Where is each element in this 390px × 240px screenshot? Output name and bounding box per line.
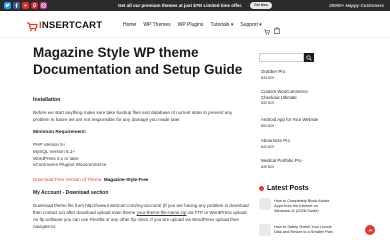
installation-heading: Installation: [33, 97, 61, 103]
latest-posts-heading: Latest Posts: [259, 185, 309, 192]
shopping-bag-icon[interactable]: [274, 21, 280, 34]
top-bar: Get all our premium themes at just $79! …: [0, 0, 390, 11]
min-requirement-heading: Minimum Requirement:: [33, 130, 87, 135]
product-price: $99 $49: [261, 124, 274, 128]
product-price: $49 $29: [261, 145, 274, 149]
product-item[interactable]: Custom WooCommerce Checkout Ultimate $49…: [259, 89, 334, 107]
requirement-item: WordPress 3.x or later: [33, 155, 79, 161]
product-item[interactable]: Android App for Your Website $99 $49: [259, 117, 334, 131]
get-now-button[interactable]: Get Now: [250, 2, 272, 9]
youtube-icon[interactable]: [22, 2, 29, 9]
requirements-list: PHP Version 5+ MySQL Version 5.1+ WordPr…: [33, 142, 106, 169]
cart-logo-icon: [26, 19, 38, 32]
nav-item-home[interactable]: Home: [123, 22, 136, 28]
cart-icon[interactable]: [264, 22, 270, 35]
free-theme-label: Download Free Version of Theme:: [33, 177, 103, 182]
site-logo[interactable]: INSERTCART: [26, 19, 103, 32]
requirement-item: MySQL Version 5.1+: [33, 148, 76, 154]
nav-item-wp-plugins[interactable]: WP Plugins: [178, 22, 204, 28]
scroll-to-top-button[interactable]: [365, 225, 375, 235]
my-account-heading: My Account - Download section: [33, 190, 109, 196]
post-thumbnail: [259, 198, 271, 210]
product-price: $49 $29: [261, 165, 274, 169]
free-theme-link[interactable]: Magazine-Style-Free: [104, 177, 148, 182]
customers-text: 20000+ Happy Customers: [329, 3, 384, 8]
free-theme-download: Download Free Version of Theme: Magazine…: [33, 177, 148, 182]
facebook-icon[interactable]: [13, 2, 20, 9]
twitter-icon[interactable]: [4, 2, 11, 9]
post-thumbnail: [259, 224, 271, 236]
product-name: Custom WooCommerce Checkout Ultimate: [261, 89, 308, 100]
product-item[interactable]: Grabber Pro $49 $29: [259, 69, 334, 83]
promo-text: Get all our premium themes at just $79! …: [118, 3, 243, 8]
nav-item-tutorials[interactable]: Tutorials ▾: [210, 22, 233, 28]
instagram-icon[interactable]: [40, 2, 47, 9]
requirement-item: PHP Version 5+: [33, 142, 66, 147]
requirement-item: eCommerce Plugins Woocommerce: [33, 162, 107, 168]
nav-item-support[interactable]: Support ▾: [240, 22, 261, 28]
product-price: $49 $19: [261, 101, 274, 105]
product-name: Abnormize Pro: [261, 138, 291, 143]
bullet-icon: [259, 186, 264, 191]
nav-item-wp-themes[interactable]: WP Themes: [143, 22, 170, 28]
product-name: Grabber Pro: [261, 69, 286, 74]
download-paragraph: Download theme file from http://www.inse…: [33, 203, 249, 229]
latest-post-item[interactable]: How to Safely Shrink Your Linode Disk an…: [259, 224, 337, 240]
installation-paragraph: Before we start anything make sure take …: [33, 110, 233, 122]
site-header: INSERTCART Home WP Themes WP Plugins Tut…: [0, 11, 390, 38]
product-price: $49 $29: [261, 76, 274, 80]
latest-post-item[interactable]: How to Completely Block Adobe Apps from …: [259, 198, 337, 214]
product-item[interactable]: Abnormize Pro $49 $29: [259, 138, 334, 152]
post-title: How to Completely Block Adobe Apps from …: [274, 198, 330, 213]
page-title: Magazine Style WP theme Documentation an…: [33, 45, 243, 77]
post-title: How to Safely Shrink Your Linode Disk an…: [274, 224, 333, 234]
product-name: Android App for Your Website: [261, 117, 319, 122]
product-name: Medical Portfolio Pro: [261, 158, 302, 163]
search-button[interactable]: [304, 53, 314, 62]
main-nav: Home WP Themes WP Plugins Tutorials ▾ Su…: [123, 22, 262, 28]
pinterest-icon[interactable]: [31, 2, 38, 9]
product-item[interactable]: Medical Portfolio Pro $49 $29: [259, 158, 334, 172]
theme-file-link[interactable]: your-theme-file-name.zip: [137, 210, 187, 215]
search-input[interactable]: [259, 53, 304, 62]
chevron-up-icon: [368, 228, 372, 232]
logo-text: INSERTCART: [39, 19, 103, 31]
